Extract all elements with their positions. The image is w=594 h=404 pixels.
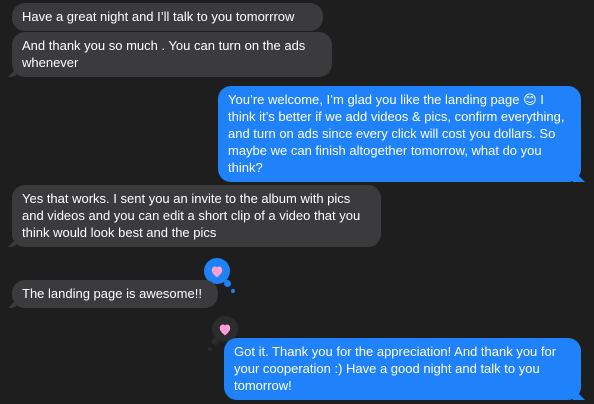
received-message[interactable]: The landing page is awesome!!: [12, 280, 218, 308]
heart-icon: [211, 266, 223, 277]
sent-message[interactable]: Got it. Thank you for the appreciation! …: [224, 338, 581, 400]
sent-message[interactable]: You’re welcome, I’m glad you like the la…: [218, 86, 581, 182]
message-thread: Have a great night and I’ll talk to you …: [0, 0, 594, 404]
received-message[interactable]: And thank you so much . You can turn on …: [12, 32, 332, 77]
received-message[interactable]: Yes that works. I sent you an invite to …: [12, 185, 381, 247]
heart-icon: [219, 324, 231, 335]
received-message[interactable]: Have a great night and I’ll talk to you …: [12, 3, 323, 31]
